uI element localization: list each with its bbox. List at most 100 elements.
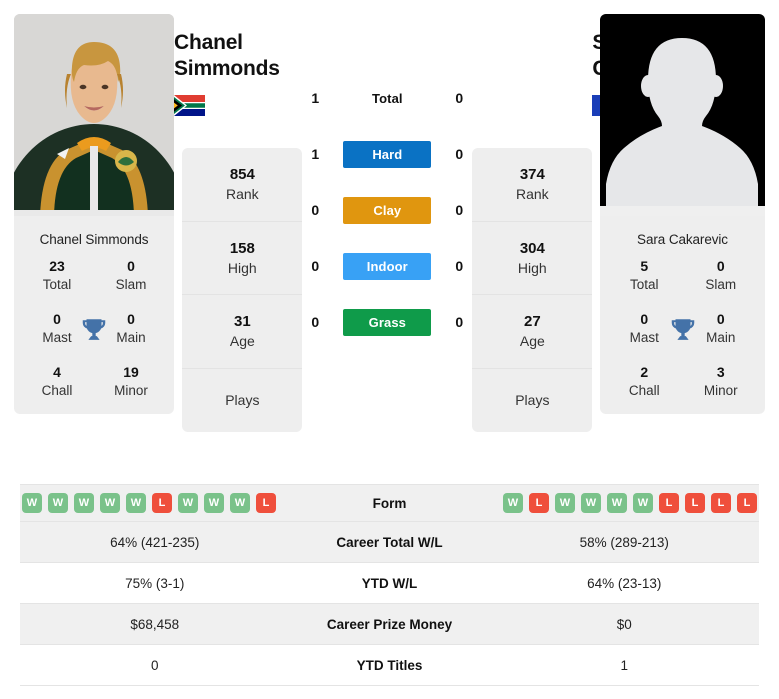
form-badge-win[interactable]: W [178,493,198,513]
left-stat-value: 64% (421-235) [110,534,200,550]
form-badge-win[interactable]: W [48,493,68,513]
left-player-column: Chanel Simmonds 23 Total 0 Slam 0 Mast 0… [14,14,174,415]
right-form-badges: WLWWWWLLLL [490,493,760,513]
left-titles-minor-value: 19 [123,364,139,381]
surface-label-clay[interactable]: Clay [343,196,432,224]
right-age-cell: 27 Age [472,295,593,369]
right-titles-mast-label: Mast [629,330,659,345]
form-badge-win[interactable]: W [633,493,653,513]
right-h2h-hard: 0 [455,146,464,162]
table-row: 0 YTD Titles 1 [20,645,759,686]
right-rank-value: 374 [519,166,545,183]
left-titles-chall-value: 4 [53,364,61,381]
right-titles-slam-value: 0 [716,258,725,274]
right-h2h-clay: 0 [455,202,464,218]
right-rank-card: 374 Rank 304 High 27 Age Plays [472,148,593,433]
form-badge-win[interactable]: W [503,493,523,513]
form-badge-win[interactable]: W [126,493,146,513]
surface-row-grass: 0 Grass 0 [302,294,472,350]
table-row: 64% (421-235) Career Total W/L 58% (289-21… [20,522,759,563]
right-player-column: Sara Cakarevic 5 Total 0 Slam 0 Mast 0 M… [600,14,765,415]
left-h2h-grass: 0 [311,314,320,330]
form-badge-win[interactable]: W [74,493,94,513]
left-titles-slam-label: Slam [115,276,147,292]
form-badge-win[interactable]: W [230,493,250,513]
left-rank-label: Rank [225,186,259,202]
left-titles-minor-label: Minor [114,383,148,399]
stat-row-label: YTD Titles [356,657,423,673]
form-badge-loss[interactable]: L [711,493,731,513]
form-badge-win[interactable]: W [204,493,224,513]
left-stat-value: 0 [150,657,159,673]
surface-label-indoor[interactable]: Indoor [343,252,432,280]
form-badge-loss[interactable]: L [685,493,705,513]
right-h2h-indoor: 0 [455,258,464,274]
right-age-label: Age [519,333,545,350]
right-stat-value: 64% (23-13) [587,575,662,591]
left-career-card: Chanel Simmonds 23 Total 0 Slam 0 Mast 0… [14,216,174,415]
comparison-top-section: Chanel Simmonds 23 Total 0 Slam 0 Mast 0… [0,0,779,470]
left-titles-slam: 0 Slam [94,257,168,294]
form-badge-win[interactable]: W [22,493,42,513]
left-titles-total: 23 Total [20,257,94,294]
left-plays-cell: Plays [182,369,302,433]
right-titles-minor: 3 Minor [683,363,760,400]
left-titles-total-value: 23 [49,258,65,274]
right-stat-value: 1 [620,657,628,673]
right-plays-label: Plays [515,391,550,408]
left-high-value: 158 [229,239,255,257]
right-titles-total-value: 5 [640,258,649,274]
right-name-column: Sara Cakarevic [592,14,690,116]
left-titles-main-label: Main [116,330,146,345]
left-career-name: Chanel Simmonds [39,232,149,247]
left-titles-chall-label: Chall [41,383,73,399]
form-badge-win[interactable]: W [555,493,575,513]
form-badge-loss[interactable]: L [152,493,172,513]
form-badge-win[interactable]: W [100,493,120,513]
left-titles-main: 0 Main [94,310,168,347]
right-titles-chall-value: 2 [640,364,649,381]
surface-label-hard[interactable]: Hard [343,140,432,168]
left-plays-label: Plays [225,391,260,408]
right-player-photo [600,14,765,216]
form-badge-loss[interactable]: L [256,493,276,513]
left-high-cell: 158 High [182,222,303,296]
left-h2h-indoor: 0 [311,258,320,274]
surface-label-grass[interactable]: Grass [343,308,432,336]
left-rank-card: 854 Rank 158 High 31 Age Plays [182,148,303,433]
right-titles-slam: 0 Slam [683,257,760,294]
left-titles-grid: 23 Total 0 Slam 0 Mast 0 Main 4 Chall 19… [20,257,168,400]
right-career-card: Sara Cakarevic 5 Total 0 Slam 0 Mast 0 M… [600,216,765,415]
surface-h2h-column: 1 Total 0 1 Hard 0 0 Clay 0 0 Indoor 0 0 [302,14,472,350]
form-badge-loss[interactable]: L [529,493,549,513]
left-player-last-name: Simmonds [174,57,280,81]
left-titles-chall: 4 Chall [20,363,94,400]
form-badge-loss[interactable]: L [737,493,757,513]
left-rank-value: 854 [229,166,255,183]
right-titles-chall: 2 Chall [606,363,683,400]
left-player-first-name: Chanel [174,31,243,54]
right-stat-value: 58% (289-213) [579,534,669,550]
comparison-stat-table: 64% (421-235) Career Total W/L 58% (289-21… [20,522,759,686]
left-titles-total-label: Total [42,276,72,292]
surface-row-indoor: 0 Indoor 0 [302,238,472,294]
stat-row-label: Career Prize Money [326,616,453,632]
right-plays-cell: Plays [472,369,592,433]
form-badge-loss[interactable]: L [659,493,679,513]
left-titles-minor: 19 Minor [94,363,168,400]
right-titles-total-label: Total [629,276,659,292]
left-titles-mast-value: 0 [53,311,61,328]
form-badge-win[interactable]: W [581,493,601,513]
right-titles-mast-value: 0 [640,311,649,328]
form-badge-win[interactable]: W [607,493,627,513]
right-rank-label: Rank [515,186,549,202]
form-label: Form [372,495,407,511]
right-titles-total: 5 Total [606,257,683,294]
stat-row-label: Career Total W/L [336,534,443,550]
surface-label-total: Total [372,90,403,106]
table-row: $68,458 Career Prize Money $0 [20,604,759,645]
left-age-value: 31 [233,313,251,331]
right-titles-main-label: Main [706,330,736,345]
right-high-cell: 304 High [472,222,593,296]
left-h2h-clay: 0 [311,202,320,218]
